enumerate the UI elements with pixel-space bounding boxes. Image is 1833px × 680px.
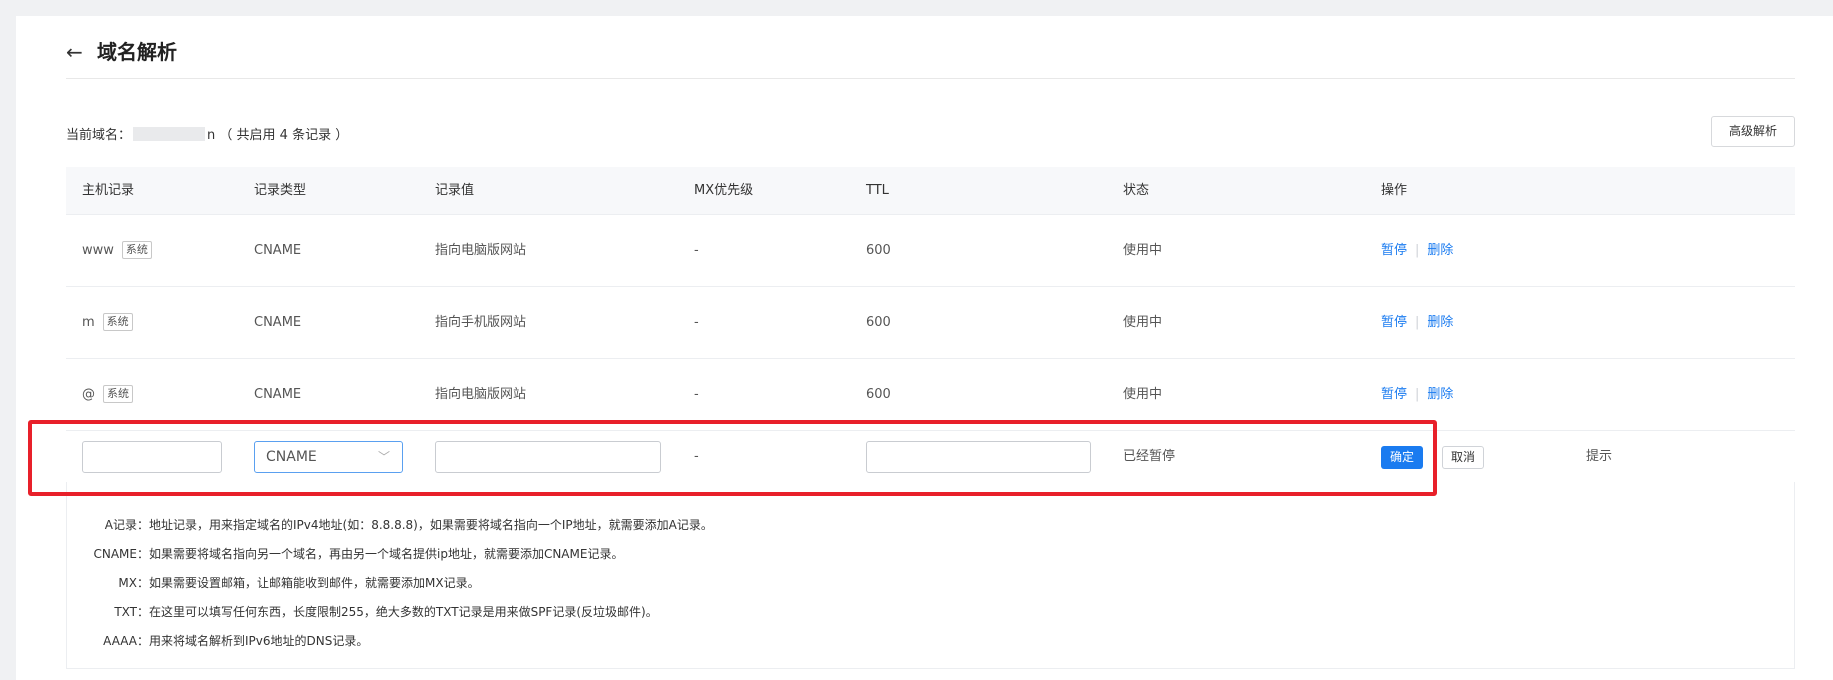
help-text: 如果需要设置邮箱，让邮箱能收到邮件，就需要添加MX记录。 [149,576,480,590]
system-tag: 系统 [121,241,152,259]
record-type-help: A记录：地址记录，用来指定域名的IPv4地址(如：8.8.8.8)，如果需要将域… [66,482,1795,669]
value-cell: 指向手机版网站 [435,315,527,330]
col-actions: 操作 [1381,183,1408,198]
type-cell: CNAME [254,315,302,330]
separator: | [1415,387,1420,402]
col-mx: MX优先级 [694,183,754,198]
help-key: CNAME： [93,547,149,561]
table-header: 主机记录 记录类型 记录值 MX优先级 TTL 状态 操作 [66,167,1795,215]
cancel-button[interactable]: 取消 [1442,446,1484,469]
domain-prefix: 当前域名： [66,128,132,143]
help-line: TXT：在这里可以填写任何东西，长度限制255，绝大多数的TXT记录是用来做SP… [67,603,658,620]
host-cell: www 系统 [82,215,152,286]
record-count: （ 共启用 4 条记录 ） [219,128,349,143]
pause-link[interactable]: 暂停 [1381,315,1407,330]
host-name: m [82,315,95,330]
mx-cell: - [694,315,699,330]
status-cell: 使用中 [1123,243,1163,258]
back-arrow-icon[interactable]: ← [66,40,83,64]
delete-link[interactable]: 删除 [1427,243,1453,258]
col-value: 记录值 [435,183,475,198]
pause-link[interactable]: 暂停 [1381,243,1407,258]
host-name: @ [82,387,95,402]
status-cell: 使用中 [1123,315,1163,330]
ttl-cell: 600 [866,315,891,330]
delete-link[interactable]: 删除 [1427,315,1453,330]
highlight-box [28,420,1437,496]
page-title: 域名解析 [97,40,177,64]
advanced-resolve-button[interactable]: 高级解析 [1711,116,1795,147]
host-cell: m 系统 [82,287,133,358]
actions-cell: 暂停 | 删除 [1381,215,1453,286]
separator: | [1415,243,1420,258]
help-line: AAAA：用来将域名解析到IPv6地址的DNS记录。 [67,632,368,649]
help-key: MX： [118,576,149,590]
delete-link[interactable]: 删除 [1427,387,1453,402]
help-text: 地址记录，用来指定域名的IPv4地址(如：8.8.8.8)，如果需要将域名指向一… [149,518,713,532]
table-row: m 系统 CNAME 指向手机版网站 - 600 使用中 暂停 | 删除 [66,287,1795,359]
value-cell: 指向电脑版网站 [435,243,527,258]
col-host: 主机记录 [82,183,135,198]
pause-link[interactable]: 暂停 [1381,387,1407,402]
help-line: CNAME：如果需要将域名指向另一个域名，再由另一个域名提供ip地址，就需要添加… [67,545,623,562]
separator: | [1415,315,1420,330]
col-status: 状态 [1123,183,1150,198]
help-key: TXT： [114,605,149,619]
help-key: AAAA： [103,634,149,648]
system-tag: 系统 [102,313,133,331]
actions-cell: 暂停 | 删除 [1381,287,1453,358]
hint-link[interactable]: 提示 [1586,431,1612,483]
table-row: www 系统 CNAME 指向电脑版网站 - 600 使用中 暂停 | 删除 [66,215,1795,287]
help-text: 用来将域名解析到IPv6地址的DNS记录。 [149,634,369,648]
system-tag: 系统 [103,385,133,403]
masked-domain [133,127,206,141]
help-key: A记录： [104,518,149,532]
col-ttl: TTL [866,183,889,198]
help-text: 如果需要将域名指向另一个域名，再由另一个域名提供ip地址，就需要添加CNAME记… [149,547,624,561]
page-header: ← 域名解析 [66,38,1795,79]
type-cell: CNAME [254,243,302,258]
current-domain-line: 当前域名： n （ 共启用 4 条记录 ） [66,124,348,143]
col-type: 记录类型 [254,183,307,198]
ttl-cell: 600 [866,243,891,258]
mx-cell: - [694,243,699,258]
help-text: 在这里可以填写任何东西，长度限制255，绝大多数的TXT记录是用来做SPF记录(… [149,605,658,619]
help-line: A记录：地址记录，用来指定域名的IPv4地址(如：8.8.8.8)，如果需要将域… [67,516,713,533]
host-name: www [82,243,114,258]
help-line: MX：如果需要设置邮箱，让邮箱能收到邮件，就需要添加MX记录。 [67,574,480,591]
domain-mid: n [207,128,216,143]
